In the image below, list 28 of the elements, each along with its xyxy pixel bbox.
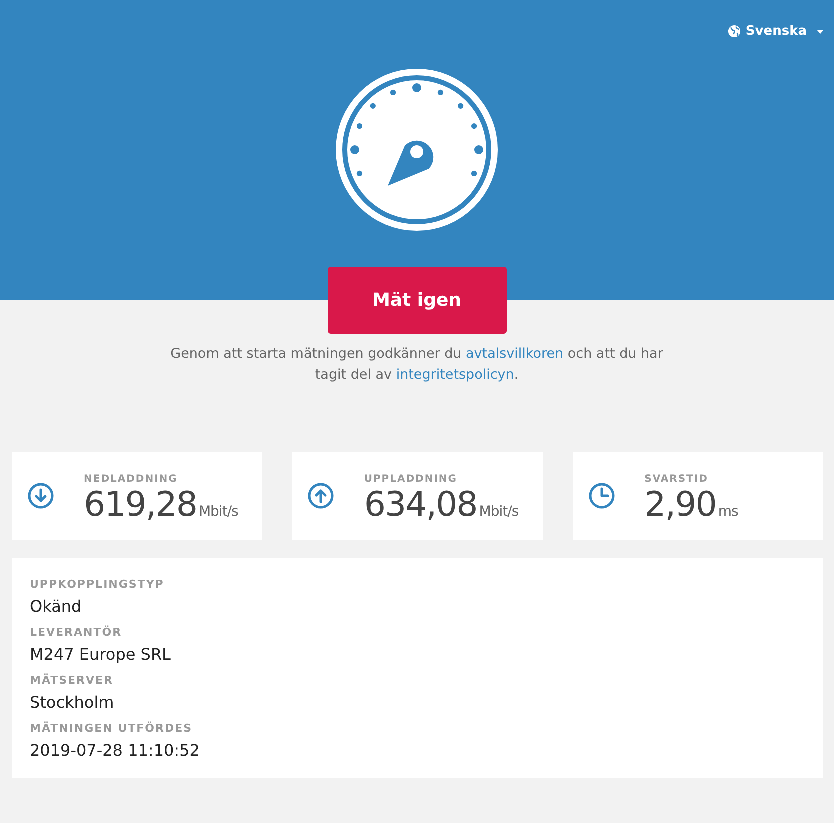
detail-value: Stockholm (30, 693, 116, 712)
result-label: NEDLADDNING (84, 474, 179, 484)
consent-text: Genom att starta mätningen godkänner du avtalsvillkoren och att du har tagit del av integritetspolicyn. (170, 345, 664, 385)
caret-icon (817, 30, 824, 34)
result-label: SVARSTID (644, 474, 710, 484)
result-label: UPPLADDNING (364, 474, 458, 484)
speedometer-icon (335, 68, 499, 232)
terms-link[interactable]: avtalsvillkoren (466, 346, 564, 362)
terms-link[interactable]: integritetspolicyn (396, 367, 514, 383)
globe-icon (728, 25, 741, 38)
detail-value: 2019-07-28 11:10:52 (30, 741, 201, 760)
result-value: 634,08 (364, 484, 478, 524)
upload-icon (308, 483, 334, 509)
clock-icon (588, 483, 615, 509)
measure-again-button[interactable]: Mät igen (328, 267, 506, 334)
result-unit: Mbit/s (198, 504, 238, 520)
detail-label: UPPKOPPLINGSTYP (30, 578, 166, 591)
language-selector[interactable]: Svenska (728, 24, 824, 39)
detail-value: Okänd (30, 597, 83, 616)
detail-label: MÄTSERVER (30, 674, 115, 687)
detail-value: M247 Europe SRL (30, 645, 172, 664)
result-value: 2,90 (644, 484, 716, 524)
result-unit: Mbit/s (479, 504, 519, 520)
detail-label: MÄTNINGEN UTFÖRDES (30, 722, 194, 735)
download-icon (28, 483, 54, 509)
result-value: 619,28 (84, 484, 197, 524)
result-unit: ms (718, 504, 738, 520)
detail-label: LEVERANTÖR (30, 626, 124, 639)
